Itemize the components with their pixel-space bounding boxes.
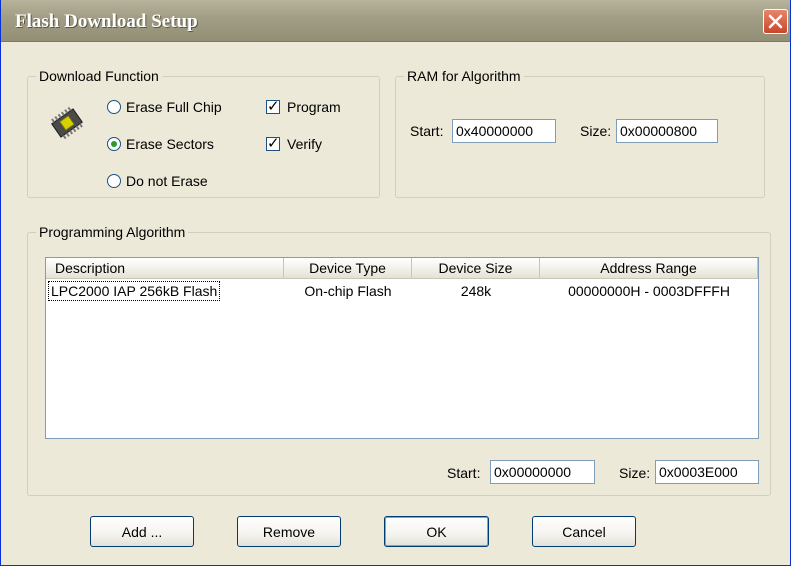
close-button[interactable]: [763, 9, 788, 34]
verify-checkbox[interactable]: [266, 135, 280, 153]
algorithm-list[interactable]: Description Device Type Device Size Addr…: [45, 257, 759, 439]
chip-icon: [51, 106, 83, 140]
algorithm-list-header: Description Device Type Device Size Addr…: [46, 258, 758, 279]
verify-label: Verify: [287, 136, 323, 152]
close-icon: [768, 14, 783, 29]
add-button[interactable]: Add ...: [90, 516, 194, 547]
row-device-size: 248k: [460, 283, 492, 299]
row-description: LPC2000 IAP 256kB Flash: [48, 281, 221, 301]
ok-button[interactable]: OK: [384, 516, 489, 547]
download-function-legend: Download Function: [36, 68, 162, 84]
program-label: Program: [287, 99, 341, 115]
download-function-group: Download Function Erase Full Chip Erase …: [27, 68, 380, 198]
erase-full-chip-radio[interactable]: [107, 100, 121, 114]
column-header-device-size[interactable]: Device Size: [412, 258, 540, 279]
do-not-erase-radio[interactable]: [107, 174, 121, 188]
cancel-button[interactable]: Cancel: [532, 516, 636, 547]
algorithm-size-input[interactable]: [655, 460, 759, 484]
do-not-erase-label: Do not Erase: [126, 173, 208, 189]
column-header-address-range[interactable]: Address Range: [540, 258, 758, 279]
ram-size-label: Size:: [580, 123, 612, 139]
ram-size-input[interactable]: [616, 119, 718, 143]
erase-sectors-radio[interactable]: [107, 137, 121, 151]
algorithm-size-label: Size:: [619, 465, 651, 481]
programming-algorithm-legend: Programming Algorithm: [36, 224, 189, 240]
flash-download-setup-dialog: Flash Download Setup Download Function E…: [0, 0, 791, 566]
erase-sectors-label: Erase Sectors: [126, 136, 214, 152]
table-row[interactable]: LPC2000 IAP 256kB Flash On-chip Flash 24…: [46, 281, 758, 301]
ram-for-algorithm-legend: RAM for Algorithm: [404, 68, 524, 84]
program-checkbox[interactable]: [266, 98, 280, 116]
column-header-description[interactable]: Description: [46, 258, 284, 279]
title-bar[interactable]: Flash Download Setup: [1, 0, 790, 42]
remove-button[interactable]: Remove: [237, 516, 341, 547]
window-title: Flash Download Setup: [15, 11, 198, 32]
ram-for-algorithm-group: RAM for Algorithm Start: Size:: [395, 68, 765, 198]
ram-start-input[interactable]: [452, 119, 556, 143]
erase-full-chip-label: Erase Full Chip: [126, 99, 222, 115]
algorithm-start-label: Start:: [447, 465, 481, 481]
ram-start-label: Start:: [410, 123, 444, 139]
row-address-range: 00000000H - 0003DFFFH: [568, 283, 730, 299]
column-header-device-type[interactable]: Device Type: [284, 258, 412, 279]
algorithm-start-input[interactable]: [490, 460, 595, 484]
row-device-type: On-chip Flash: [304, 283, 392, 299]
